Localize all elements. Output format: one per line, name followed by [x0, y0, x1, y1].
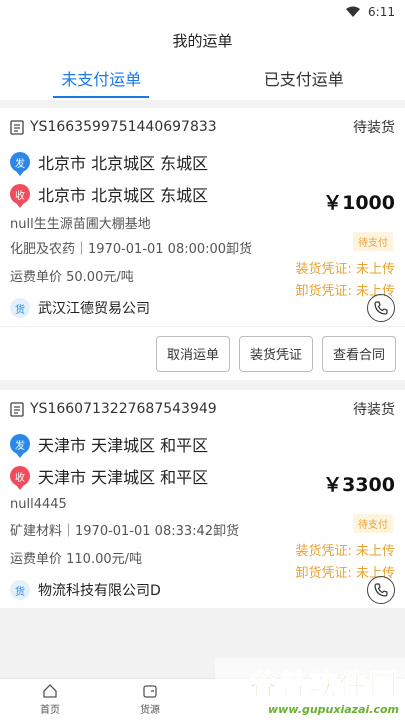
load-cert-status: 装货凭证: 未上传: [295, 262, 395, 277]
order-list: YS1663599751440697833 待装货 发 北京市 北京城区 东城区…: [0, 108, 405, 618]
pay-status-badge: 待支付: [353, 232, 393, 251]
phone-button[interactable]: [367, 294, 395, 322]
goods-time: 化肥及农药｜1970-01-01 08:00:00卸货: [10, 242, 253, 257]
tab-unpaid[interactable]: 未支付运单: [0, 56, 203, 100]
page-title: 我的运单: [0, 24, 405, 56]
receive-badge: 收: [10, 184, 30, 208]
watermark-url: www.gupuxiazai.com: [268, 702, 399, 716]
load-cert-status: 装货凭证: 未上传: [295, 544, 395, 559]
action-bar: 取消运单 装货凭证 查看合同: [0, 326, 405, 380]
route-to: 收 天津市 天津城区 和平区 ￥3300: [10, 460, 395, 496]
goods-badge: 货: [10, 580, 30, 600]
receive-badge: 收: [10, 466, 30, 490]
order-state: 待装货: [353, 402, 395, 418]
watermark-title: 谷普软件园: [248, 667, 399, 701]
nav-home-label: 首页: [40, 705, 60, 716]
from-address: 北京市 北京城区 东城区: [38, 154, 209, 173]
tab-bar: 未支付运单 已支付运单: [0, 56, 405, 100]
tab-paid[interactable]: 已支付运单: [203, 56, 405, 100]
nav-source[interactable]: 货源: [100, 679, 200, 720]
order-price: ￥1000: [323, 192, 395, 214]
document-icon: [10, 401, 24, 417]
from-address: 天津市 天津城区 和平区: [38, 436, 209, 455]
goods-badge: 货: [10, 298, 30, 318]
company-name: 物流科技有限公司D: [38, 583, 161, 599]
watermark-logo: 谷普软件园 www.gupuxiazai.com: [215, 658, 405, 720]
wallet-icon: [143, 685, 157, 698]
route-to: 收 北京市 北京城区 东城区 ￥1000: [10, 178, 395, 214]
goods-time: 矿建材料｜1970-01-01 08:33:42卸货: [10, 524, 240, 539]
view-contract-button[interactable]: 查看合同: [322, 335, 396, 372]
order-state: 待装货: [353, 120, 395, 136]
route-from: 发 天津市 天津城区 和平区: [10, 428, 395, 460]
order-number: YS1663599751440697833: [30, 119, 217, 135]
nav-source-label: 货源: [140, 705, 160, 716]
order-card[interactable]: YS1663599751440697833 待装货 发 北京市 北京城区 东城区…: [0, 108, 405, 380]
status-bar: 6:11: [0, 0, 405, 24]
wifi-icon: [346, 6, 361, 17]
phone-icon: [374, 301, 388, 315]
send-badge: 发: [10, 434, 30, 458]
status-time: 6:11: [368, 5, 395, 19]
to-address: 天津市 天津城区 和平区: [38, 468, 209, 487]
route-from: 发 北京市 北京城区 东城区: [10, 146, 395, 178]
home-icon: [43, 684, 57, 698]
company-name: 武汉江德贸易公司: [38, 301, 150, 317]
phone-button[interactable]: [367, 576, 395, 604]
load-cert-button[interactable]: 装货凭证: [239, 335, 313, 372]
phone-icon: [374, 583, 388, 597]
pay-status-badge: 待支付: [353, 514, 393, 533]
order-card[interactable]: YS1660713227687543949 待装货 发 天津市 天津城区 和平区…: [0, 390, 405, 608]
nav-home[interactable]: 首页: [0, 679, 100, 720]
order-number: YS1660713227687543949: [30, 401, 217, 417]
to-address: 北京市 北京城区 东城区: [38, 186, 209, 205]
document-icon: [10, 119, 24, 135]
cancel-order-button[interactable]: 取消运单: [156, 335, 230, 372]
order-price: ￥3300: [323, 474, 395, 496]
send-badge: 发: [10, 152, 30, 176]
